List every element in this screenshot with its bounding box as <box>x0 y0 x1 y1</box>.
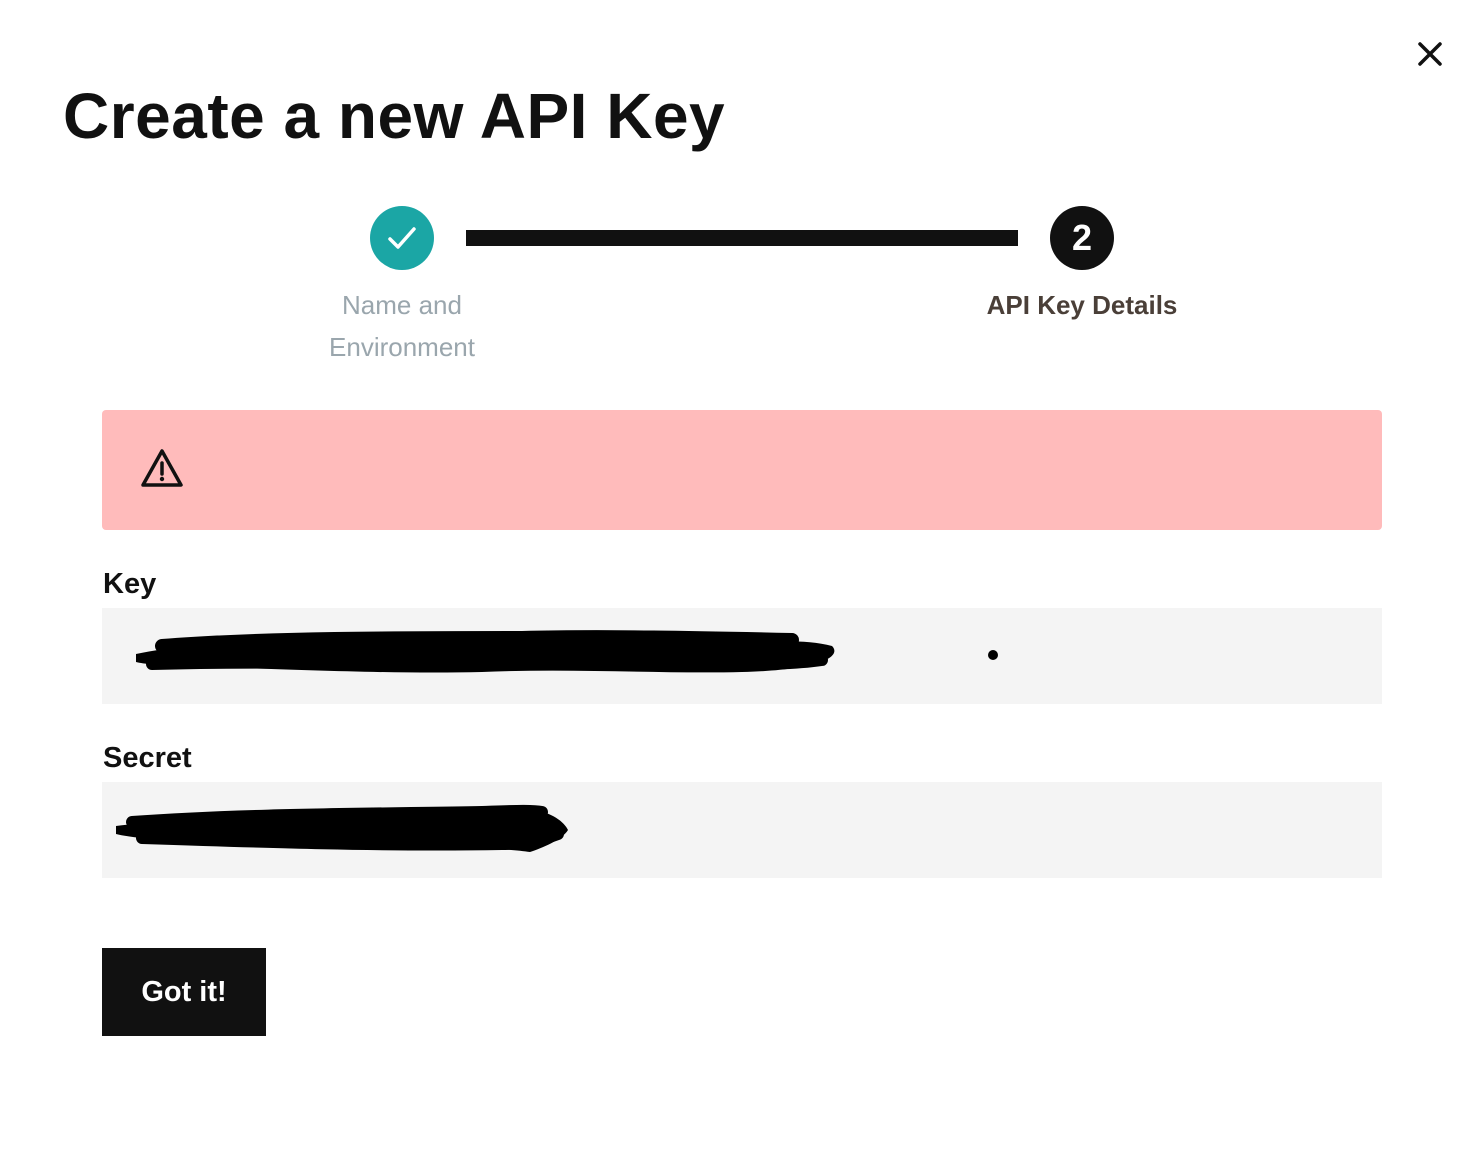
key-label: Key <box>103 568 157 600</box>
secret-label: Secret <box>103 742 192 774</box>
got-it-button[interactable]: Got it! <box>102 948 266 1036</box>
key-field[interactable] <box>102 608 1382 704</box>
step-2-label: API Key Details <box>986 290 1178 320</box>
key-redaction-scribble <box>136 630 998 673</box>
dialog-title: Create a new API Key <box>63 80 726 152</box>
step-1-label: Name and Environment <box>329 290 475 362</box>
step-connector <box>466 230 1018 246</box>
close-icon <box>1418 42 1442 66</box>
step-2-number: 2 <box>1071 217 1093 258</box>
create-api-key-dialog: Create a new API Key 2 Name and Environm… <box>0 0 1484 1156</box>
secret-redaction-scribble <box>116 804 568 852</box>
secret-field[interactable] <box>102 782 1382 878</box>
warning-banner <box>102 410 1382 530</box>
step-1-indicator <box>370 206 434 270</box>
check-icon <box>388 227 416 249</box>
close-button[interactable] <box>1414 38 1446 70</box>
step-2-indicator: 2 <box>1050 206 1114 270</box>
warning-triangle-icon <box>141 449 183 487</box>
